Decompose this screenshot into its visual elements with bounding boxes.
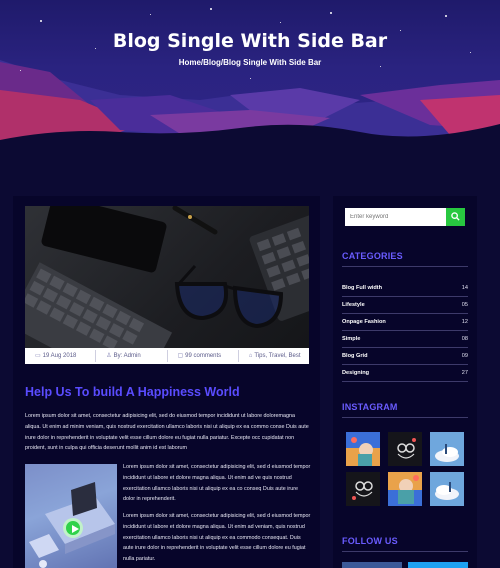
facebook-button[interactable]: [342, 562, 402, 568]
twitter-button[interactable]: [408, 562, 468, 568]
user-icon: ♙: [106, 353, 112, 359]
category-item[interactable]: Simple 08: [342, 331, 468, 348]
instagram-photo[interactable]: [430, 472, 464, 506]
category-list: Blog Full width 14 Lifestyle 05 Onpage Fas…: [342, 280, 468, 382]
post-title: Help Us To build A Happiness World: [25, 385, 240, 399]
post-date[interactable]: ▭ 19 Aug 2018: [25, 350, 97, 362]
post-author[interactable]: ♙ By: Admin: [96, 350, 168, 362]
instagram-photo[interactable]: [346, 432, 380, 466]
tag-icon: ⌂: [248, 353, 253, 359]
sidebar: CATEGORIES Blog Full width14 Lifestyle05…: [333, 196, 477, 568]
category-item[interactable]: Blog Full width 14: [342, 280, 468, 297]
video-thumbnail[interactable]: [25, 464, 117, 568]
instagram-photo[interactable]: [388, 432, 422, 466]
page-hero: Blog Single With Side Bar Home/Blog/Blog…: [0, 0, 500, 170]
category-item[interactable]: Lifestyle 05: [342, 297, 468, 314]
post-tags[interactable]: ⌂ Tips, Travel, Best: [239, 350, 309, 362]
page-title: Blog Single With Side Bar: [112, 30, 388, 52]
categories-title: CATEGORIES: [342, 251, 403, 261]
instagram-photo[interactable]: [388, 472, 422, 506]
search-box: [345, 208, 465, 226]
play-button[interactable]: [63, 518, 83, 538]
divider: [342, 266, 468, 267]
search-button[interactable]: [446, 208, 465, 226]
post-paragraph: Lorem ipsum dolor sit amet, consectetur …: [123, 513, 311, 563]
calendar-icon: ▭: [35, 353, 41, 359]
instagram-photo[interactable]: [430, 432, 464, 466]
category-item[interactable]: Blog Grid 09: [342, 348, 468, 365]
search-icon: [451, 212, 460, 221]
instagram-photo[interactable]: [346, 472, 380, 506]
breadcrumb[interactable]: Home/Blog/Blog Single With Side Bar: [0, 58, 500, 67]
divider: [342, 551, 468, 552]
post-paragraph: Lorem ipsum dolor sit amet, consectetur …: [25, 413, 309, 452]
post-meta-bar: ▭ 19 Aug 2018 ♙ By: Admin ▢ 99 comments ⌂ Ti…: [25, 348, 309, 364]
post-panel: ▭ 19 Aug 2018 ♙ By: Admin ▢ 99 comments ⌂ Ti…: [13, 196, 320, 568]
instagram-title: INSTAGRAM: [342, 402, 398, 412]
search-input[interactable]: [345, 208, 445, 226]
category-item[interactable]: Designing 27: [342, 365, 468, 382]
divider: [342, 417, 468, 418]
comment-icon: ▢: [177, 353, 184, 359]
follow-title: FOLLOW US: [342, 536, 398, 546]
post-paragraph: Lorem ipsum dolor sit amet, consectetur …: [123, 464, 311, 503]
hero-mountains-graphic: [0, 60, 500, 170]
featured-image: [25, 206, 309, 364]
post-comments[interactable]: ▢ 99 comments: [168, 350, 239, 362]
category-item[interactable]: Onpage Fashion 12: [342, 314, 468, 331]
